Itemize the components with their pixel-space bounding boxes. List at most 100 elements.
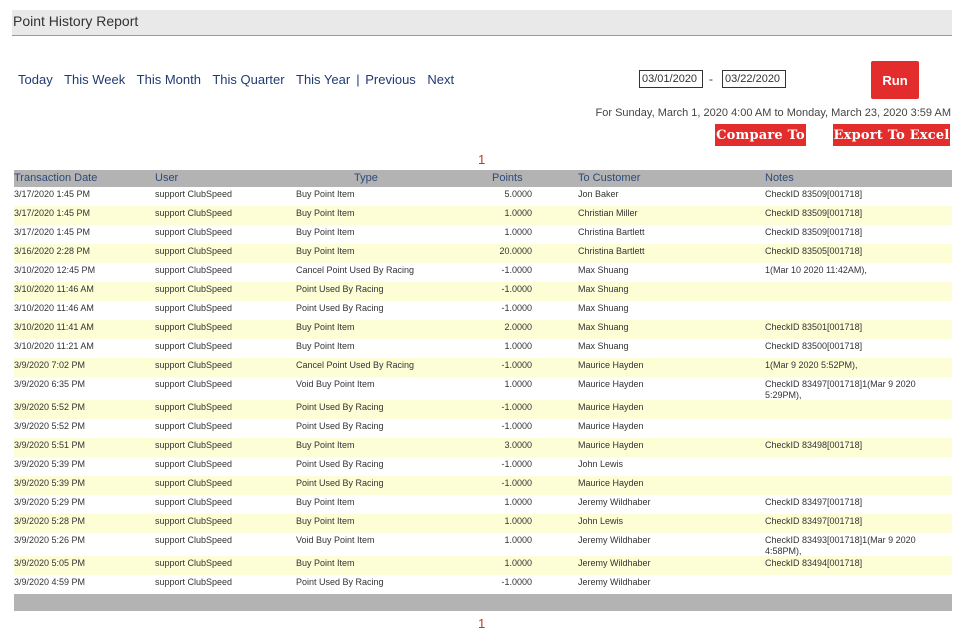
cell-to-customer: John Lewis: [578, 459, 624, 469]
cell-to-customer: Maurice Hayden: [578, 360, 644, 370]
column-header-type[interactable]: Type: [354, 172, 378, 184]
range-this-quarter-link[interactable]: This Quarter: [212, 72, 284, 87]
cell-points: -1.0000: [501, 402, 532, 412]
cell-type: Point Used By Racing: [296, 303, 384, 313]
cell-notes: 1(Mar 10 2020 11:42AM),: [765, 265, 867, 275]
cell-type: Buy Point Item: [296, 341, 355, 351]
cell-points: -1.0000: [501, 577, 532, 587]
cell-type: Buy Point Item: [296, 322, 355, 332]
cell-type: Cancel Point Used By Racing: [296, 360, 415, 370]
table-row: 3/17/2020 1:45 PM support ClubSpeed Buy Po…: [14, 206, 952, 225]
cell-to-customer: Max Shuang: [578, 284, 629, 294]
cell-transaction-date: 3/16/2020 2:28 PM: [14, 246, 91, 256]
cell-to-customer: Max Shuang: [578, 303, 629, 313]
cell-user: support ClubSpeed: [155, 421, 233, 431]
cell-points: -1.0000: [501, 478, 532, 488]
cell-transaction-date: 3/10/2020 12:45 PM: [14, 265, 96, 275]
date-range-links: Today This Week This Month This Quarter …: [18, 72, 462, 87]
column-header-to-customer[interactable]: To Customer: [578, 172, 640, 184]
cell-notes: CheckID 83509[001718]: [765, 227, 863, 237]
range-next-link[interactable]: Next: [427, 72, 454, 87]
table-row: 3/9/2020 4:59 PM support ClubSpeed Point U…: [14, 575, 952, 594]
table-row: 3/9/2020 5:26 PM support ClubSpeed Void Bu…: [14, 533, 952, 556]
cell-to-customer: Christina Bartlett: [578, 227, 645, 237]
cell-notes: CheckID 83494[001718]: [765, 558, 863, 568]
cell-user: support ClubSpeed: [155, 497, 233, 507]
range-separator: |: [356, 72, 360, 87]
cell-user: support ClubSpeed: [155, 459, 233, 469]
cell-points: 1.0000: [504, 535, 532, 545]
export-to-excel-button[interactable]: Export To Excel: [833, 124, 950, 146]
column-header-transaction-date[interactable]: Transaction Date: [14, 172, 97, 184]
cell-to-customer: Jon Baker: [578, 189, 619, 199]
cell-points: -1.0000: [501, 303, 532, 313]
cell-transaction-date: 3/9/2020 5:39 PM: [14, 459, 86, 469]
cell-type: Buy Point Item: [296, 189, 355, 199]
pager-bottom-page-1[interactable]: 1: [478, 616, 485, 631]
table-row: 3/17/2020 1:45 PM support ClubSpeed Buy Po…: [14, 225, 952, 244]
range-this-week-link[interactable]: This Week: [64, 72, 125, 87]
period-description: For Sunday, March 1, 2020 4:00 AM to Mon…: [595, 107, 951, 119]
run-button[interactable]: Run: [871, 61, 919, 99]
range-this-month-link[interactable]: This Month: [137, 72, 201, 87]
range-previous-link[interactable]: Previous: [365, 72, 416, 87]
table-row: 3/16/2020 2:28 PM support ClubSpeed Buy Po…: [14, 244, 952, 263]
cell-type: Point Used By Racing: [296, 402, 384, 412]
cell-transaction-date: 3/9/2020 5:52 PM: [14, 402, 86, 412]
table-row: 3/10/2020 11:21 AM support ClubSpeed Buy P…: [14, 339, 952, 358]
table-row: 3/9/2020 5:05 PM support ClubSpeed Buy Poi…: [14, 556, 952, 575]
cell-transaction-date: 3/17/2020 1:45 PM: [14, 227, 91, 237]
end-date-input[interactable]: [722, 70, 786, 88]
range-this-year-link[interactable]: This Year: [296, 72, 350, 87]
cell-points: 2.0000: [504, 322, 532, 332]
cell-to-customer: Jeremy Wildhaber: [578, 497, 651, 507]
cell-transaction-date: 3/9/2020 5:05 PM: [14, 558, 86, 568]
cell-notes: CheckID 83497[001718]: [765, 516, 863, 526]
cell-points: 1.0000: [504, 379, 532, 389]
table-row: 3/17/2020 1:45 PM support ClubSpeed Buy Po…: [14, 187, 952, 206]
date-separator: -: [709, 72, 713, 86]
cell-user: support ClubSpeed: [155, 227, 233, 237]
cell-notes: CheckID 83501[001718]: [765, 322, 863, 332]
table-header: Transaction Date User Type Points To Cus…: [14, 170, 952, 187]
cell-notes: CheckID 83509[001718]: [765, 208, 863, 218]
table-row: 3/9/2020 5:39 PM support ClubSpeed Point U…: [14, 457, 952, 476]
cell-to-customer: Maurice Hayden: [578, 421, 644, 431]
table-row: 3/9/2020 5:29 PM support ClubSpeed Buy Poi…: [14, 495, 952, 514]
cell-notes: CheckID 83493[001718]1(Mar 9 2020 4:58PM…: [765, 535, 916, 556]
cell-to-customer: Christian Miller: [578, 208, 638, 218]
cell-transaction-date: 3/9/2020 5:51 PM: [14, 440, 86, 450]
cell-to-customer: Jeremy Wildhaber: [578, 558, 651, 568]
table-row: 3/9/2020 5:52 PM support ClubSpeed Point U…: [14, 400, 952, 419]
cell-points: 1.0000: [504, 341, 532, 351]
table-row: 3/9/2020 5:51 PM support ClubSpeed Buy Poi…: [14, 438, 952, 457]
cell-points: 1.0000: [504, 208, 532, 218]
start-date-input[interactable]: [639, 70, 703, 88]
cell-user: support ClubSpeed: [155, 440, 233, 450]
cell-transaction-date: 3/10/2020 11:46 AM: [14, 303, 94, 313]
cell-notes: CheckID 83497[001718]: [765, 497, 863, 507]
range-today-link[interactable]: Today: [18, 72, 53, 87]
cell-transaction-date: 3/17/2020 1:45 PM: [14, 208, 91, 218]
table-row: 3/10/2020 11:46 AM support ClubSpeed Point…: [14, 282, 952, 301]
cell-to-customer: Jeremy Wildhaber: [578, 577, 651, 587]
pager-top-page-1[interactable]: 1: [478, 152, 485, 167]
cell-points: 1.0000: [504, 516, 532, 526]
cell-user: support ClubSpeed: [155, 516, 233, 526]
cell-type: Point Used By Racing: [296, 284, 384, 294]
cell-transaction-date: 3/9/2020 7:02 PM: [14, 360, 86, 370]
cell-user: support ClubSpeed: [155, 303, 233, 313]
cell-type: Buy Point Item: [296, 246, 355, 256]
table-row: 3/9/2020 6:35 PM support ClubSpeed Void Bu…: [14, 377, 952, 400]
cell-points: -1.0000: [501, 284, 532, 294]
cell-to-customer: Max Shuang: [578, 265, 629, 275]
cell-user: support ClubSpeed: [155, 265, 233, 275]
cell-points: 5.0000: [504, 189, 532, 199]
column-header-points[interactable]: Points: [492, 172, 523, 184]
cell-notes: CheckID 83505[001718]: [765, 246, 863, 256]
column-header-user[interactable]: User: [155, 172, 178, 184]
cell-transaction-date: 3/10/2020 11:41 AM: [14, 322, 94, 332]
column-header-notes[interactable]: Notes: [765, 172, 794, 184]
compare-to-button[interactable]: Compare To: [715, 124, 806, 146]
cell-type: Buy Point Item: [296, 497, 355, 507]
